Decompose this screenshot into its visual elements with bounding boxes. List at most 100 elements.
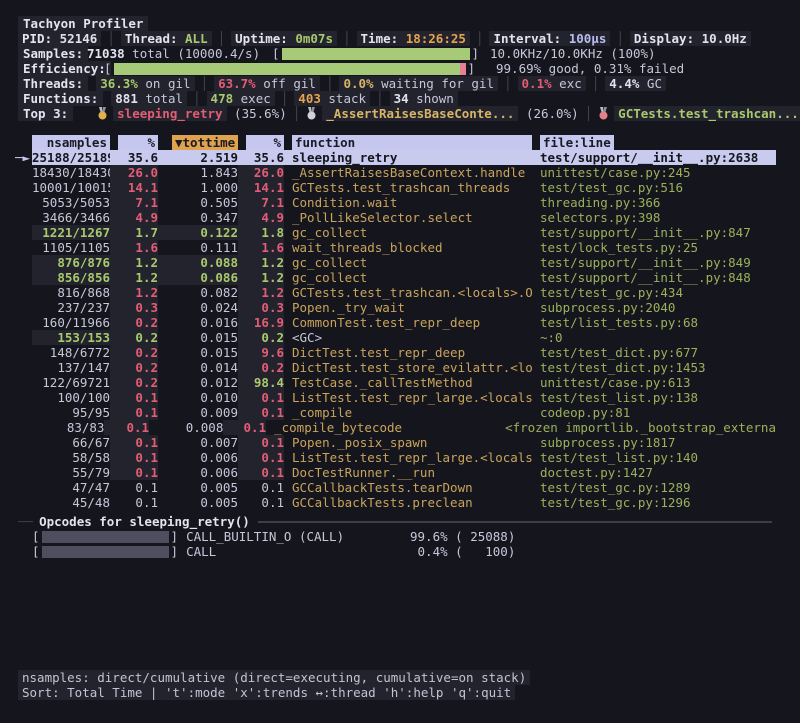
opcode-bar bbox=[42, 531, 169, 543]
cell-pct-cumulative: 9.6 bbox=[238, 345, 284, 360]
column-header-pct-direct[interactable]: % bbox=[110, 135, 158, 150]
cell-nsamples: 160/11966 bbox=[32, 315, 110, 330]
table-row[interactable]: 137/147 0.2 0.014 0.2 DictTest.test_stor… bbox=[32, 360, 776, 375]
samples-total: 71038 total (10000.4/s) bbox=[87, 46, 260, 61]
cell-tottime: 0.016 bbox=[158, 315, 238, 330]
cell-file-line: doctest.py:1427 bbox=[540, 465, 776, 480]
cell-file-line: test/test_gc.py:434 bbox=[540, 285, 776, 300]
column-header-function[interactable]: function bbox=[292, 135, 532, 150]
table-row[interactable]: 55/79 0.1 0.006 0.1 DocTestRunner.__run … bbox=[32, 465, 776, 480]
cell-file-line: test/test_list.py:140 bbox=[540, 450, 776, 465]
table-row[interactable]: 1105/1105 1.6 0.111 1.6 wait_threads_blo… bbox=[32, 240, 776, 255]
top3-line: Top 3:sleeping_retry (35.6%)│_AssertRais… bbox=[18, 106, 800, 121]
table-row[interactable]: 148/6772 0.2 0.015 9.6 DictTest.test_rep… bbox=[32, 345, 776, 360]
threads-on-gil: 36.3% on gil bbox=[96, 76, 194, 91]
cell-pct-direct: 0.2 bbox=[110, 360, 158, 375]
cell-file-line: <frozen importlib._bootstrap_externa bbox=[505, 420, 776, 435]
table-row[interactable]: 45/48 0.1 0.005 0.1 GCCallbackTests.prec… bbox=[32, 495, 776, 510]
table-row[interactable]: 876/876 1.2 0.088 1.2 gc_collect test/su… bbox=[32, 255, 776, 270]
table-row[interactable]: 66/67 0.1 0.007 0.1 Popen._posix_spawn s… bbox=[32, 435, 776, 450]
column-header-tottime[interactable]: ▼tottime bbox=[158, 135, 238, 150]
cell-file-line: test/support/__init__.py:848 bbox=[540, 270, 776, 285]
selected-row-pointer-icon: ─► bbox=[15, 150, 30, 165]
cell-pct-direct: 1.2 bbox=[110, 270, 158, 285]
threads-gc: 4.4% GC bbox=[605, 76, 666, 91]
separator: │ bbox=[592, 76, 600, 91]
table-row[interactable]: 122/69721 0.2 0.012 98.4 TestCase._callT… bbox=[32, 375, 776, 390]
column-header-file-line[interactable]: file:line bbox=[540, 135, 776, 150]
table-row[interactable]: 160/11966 0.2 0.016 16.9 CommonTest.test… bbox=[32, 315, 776, 330]
cell-pct-cumulative: 98.4 bbox=[238, 375, 284, 390]
cell-function: DocTestRunner.__run bbox=[292, 465, 532, 480]
table-row[interactable]: 856/856 1.2 0.086 1.2 gc_collect test/su… bbox=[32, 270, 776, 285]
opcode-row: [] CALL 0.4% ( 100) bbox=[32, 544, 800, 559]
table-row[interactable]: 816/868 1.2 0.082 1.2 GCTests.test_trash… bbox=[32, 285, 776, 300]
status-interval: Interval: 100µs bbox=[489, 31, 610, 46]
cell-pct-direct: 4.9 bbox=[110, 210, 158, 225]
cell-function: <GC> bbox=[292, 330, 532, 345]
table-row[interactable]: 83/83 0.1 0.008 0.1 _compile_bytecode <f… bbox=[32, 420, 776, 435]
cell-file-line: test/support/__init__.py:847 bbox=[540, 225, 776, 240]
column-header-nsamples[interactable]: nsamples bbox=[32, 135, 110, 150]
cell-pct-cumulative: 0.3 bbox=[238, 300, 284, 315]
table-row-selected[interactable]: 25188/25189 35.6 2.519 35.6 sleeping_ret… bbox=[32, 150, 776, 165]
cell-nsamples: 47/47 bbox=[32, 480, 110, 495]
opcode-name: CALL_BUILTIN_O (CALL) bbox=[186, 529, 344, 544]
threads-exc: 0.1% exc bbox=[518, 76, 586, 91]
cell-pct-cumulative: 1.2 bbox=[238, 270, 284, 285]
status-bar: PID: 52146│Thread: ALL│Uptime: 0m07s│Tim… bbox=[18, 31, 800, 46]
table-row[interactable]: 5053/5053 7.1 0.505 7.1 Condition.wait t… bbox=[32, 195, 776, 210]
functions-stack: 403 stack bbox=[294, 91, 370, 106]
table-row[interactable]: 95/95 0.1 0.009 0.1 _compile codeop.py:8… bbox=[32, 405, 776, 420]
cell-function: GCCallbackTests.tearDown bbox=[292, 480, 532, 495]
cell-tottime: 0.014 bbox=[158, 360, 238, 375]
cell-function: Popen._try_wait bbox=[292, 300, 532, 315]
table-row[interactable]: 1221/1267 1.7 0.122 1.8 gc_collect test/… bbox=[32, 225, 776, 240]
cell-tottime: 0.024 bbox=[158, 300, 238, 315]
cell-pct-direct: 0.1 bbox=[104, 420, 149, 435]
cell-tottime: 1.843 bbox=[158, 165, 238, 180]
table-row[interactable]: 153/153 0.2 0.015 0.2 <GC> ~:0 bbox=[32, 330, 776, 345]
separator: │ bbox=[326, 76, 334, 91]
cell-pct-direct: 0.1 bbox=[110, 465, 158, 480]
status-uptime: Uptime: 0m07s bbox=[231, 31, 337, 46]
cell-nsamples: 137/147 bbox=[32, 360, 110, 375]
cell-nsamples: 1221/1267 bbox=[32, 225, 110, 240]
cell-file-line: test/support/__init__.py:2638 bbox=[540, 150, 776, 165]
cell-pct-direct: 1.2 bbox=[110, 285, 158, 300]
bronze-medal-icon bbox=[598, 107, 609, 120]
efficiency-bar-failed bbox=[460, 63, 466, 75]
cell-tottime: 0.505 bbox=[158, 195, 238, 210]
cell-file-line: test/test_dict.py:1453 bbox=[540, 360, 776, 375]
status-thread[interactable]: Thread: ALL bbox=[121, 31, 212, 46]
cell-nsamples: 18430/18430 bbox=[32, 165, 110, 180]
table-row[interactable]: 3466/3466 4.9 0.347 4.9 _PollLikeSelecto… bbox=[32, 210, 776, 225]
table-row[interactable]: 58/58 0.1 0.006 0.1 ListTest.test_repr_l… bbox=[32, 450, 776, 465]
cell-tottime: 0.347 bbox=[158, 210, 238, 225]
cell-nsamples: 66/67 bbox=[32, 435, 110, 450]
status-time: Time: 18:26:25 bbox=[357, 31, 470, 46]
cell-function: gc_collect bbox=[292, 225, 532, 240]
table-row[interactable]: 237/237 0.3 0.024 0.3 Popen._try_wait su… bbox=[32, 300, 776, 315]
cell-pct-direct: 0.2 bbox=[110, 375, 158, 390]
functions-line: Functions:881 total│478 exec│403 stack│3… bbox=[18, 91, 800, 106]
column-header-pct-cumulative[interactable]: % bbox=[238, 135, 284, 150]
opcode-stats: 99.6% ( 25088) bbox=[410, 529, 515, 544]
opcode-bar bbox=[42, 546, 169, 558]
cell-pct-cumulative: 0.1 bbox=[223, 420, 266, 435]
functions-shown: 34 shown bbox=[390, 91, 458, 106]
table-row[interactable]: 100/100 0.1 0.010 0.1 ListTest.test_repr… bbox=[32, 390, 776, 405]
cell-pct-cumulative: 1.8 bbox=[238, 225, 284, 240]
table-row[interactable]: 10001/10015 14.1 1.000 14.1 GCTests.test… bbox=[32, 180, 776, 195]
threads-waiting: 0.0% waiting for gil bbox=[339, 76, 498, 91]
table-row[interactable]: 18430/18430 26.0 1.843 26.0 _AssertRaise… bbox=[32, 165, 776, 180]
cell-pct-direct: 0.1 bbox=[110, 435, 158, 450]
cell-function: _compile_bytecode bbox=[274, 420, 497, 435]
top3-item-2: _AssertRaisesBaseConte... (26.0%) bbox=[306, 106, 578, 121]
horizontal-rule bbox=[258, 521, 772, 523]
cell-pct-direct: 0.2 bbox=[110, 345, 158, 360]
cell-function: CommonTest.test_repr_deep bbox=[292, 315, 532, 330]
cell-pct-direct: 0.1 bbox=[110, 405, 158, 420]
table-row[interactable]: 47/47 0.1 0.005 0.1 GCCallbackTests.tear… bbox=[32, 480, 776, 495]
status-display: Display: 10.0Hz bbox=[630, 31, 751, 46]
